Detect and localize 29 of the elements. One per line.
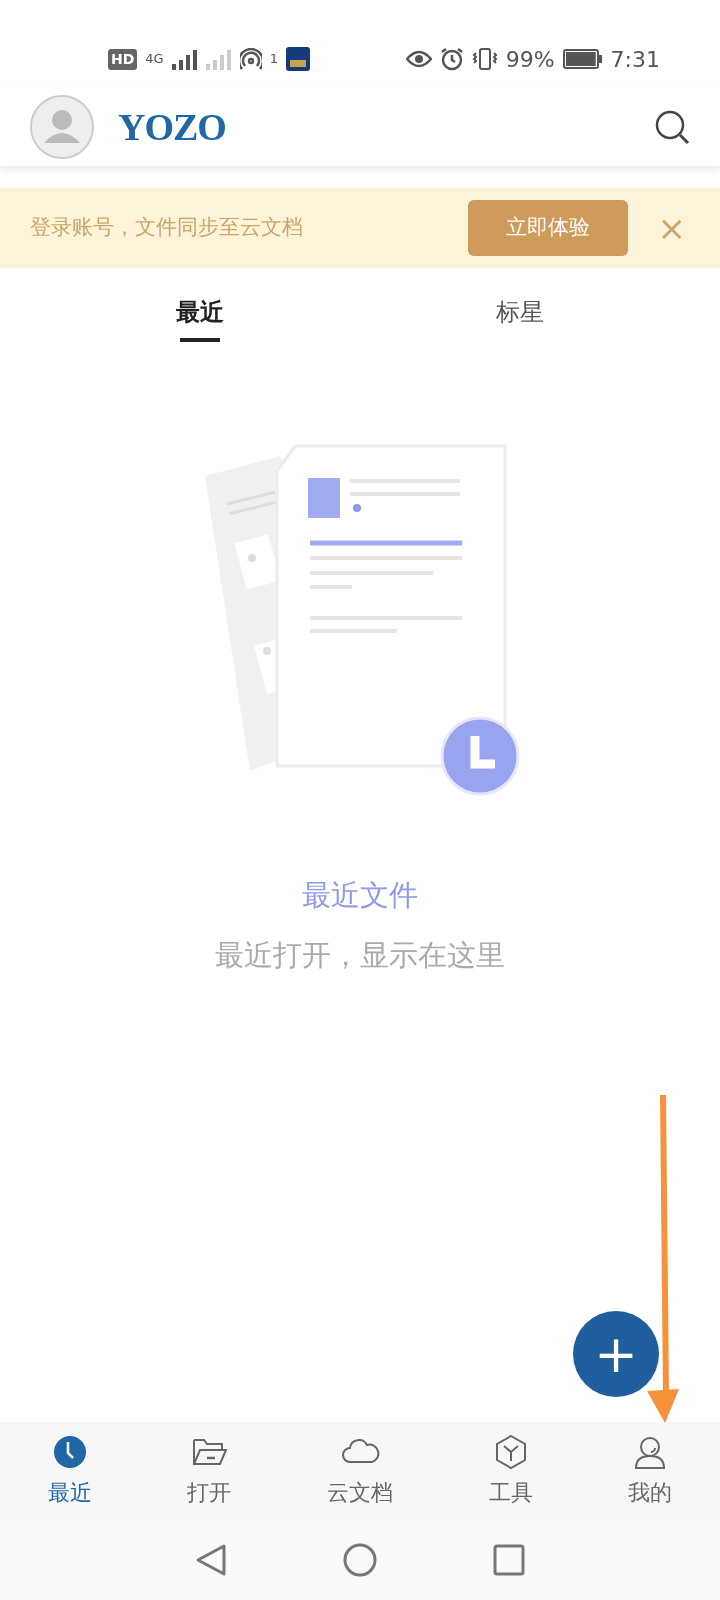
clock-time: 7:31: [610, 45, 660, 74]
empty-state-title: 最近文件: [301, 877, 419, 914]
empty-state-subtitle: 最近打开，显示在这里: [214, 936, 506, 974]
vibrate-icon: [471, 47, 498, 71]
nav-tab[interactable]: 最近: [41, 1422, 98, 1520]
signal-icon: [171, 48, 198, 70]
news-app-icon: [286, 47, 310, 71]
nav-tab[interactable]: 打开: [181, 1422, 238, 1520]
recents-icon[interactable]: [492, 1543, 526, 1577]
banner-text: 登录账号，文件同步至云文档: [30, 214, 304, 242]
hotspot-icon: [239, 48, 262, 70]
app-logo: YOZO: [118, 104, 226, 150]
no-signal-icon: [205, 48, 232, 70]
nav-tab[interactable]: 云文档: [321, 1422, 399, 1520]
battery-percent: 99%: [505, 45, 555, 74]
nav-tab[interactable]: 我的: [622, 1422, 679, 1520]
tab[interactable]: 标星: [486, 276, 554, 338]
network-type: 4G: [145, 50, 164, 69]
eye-icon: [405, 50, 432, 68]
add-button[interactable]: +: [573, 1311, 659, 1397]
hotspot-count: 1: [269, 50, 278, 69]
hd-badge: HD: [108, 48, 138, 70]
search-icon[interactable]: [654, 109, 690, 145]
home-icon[interactable]: [343, 1543, 377, 1577]
back-icon[interactable]: [194, 1543, 228, 1577]
tab[interactable]: 最近: [166, 276, 234, 338]
nav-tab[interactable]: 工具: [482, 1422, 539, 1520]
alarm-icon: [439, 47, 464, 71]
battery-icon: [562, 49, 603, 69]
